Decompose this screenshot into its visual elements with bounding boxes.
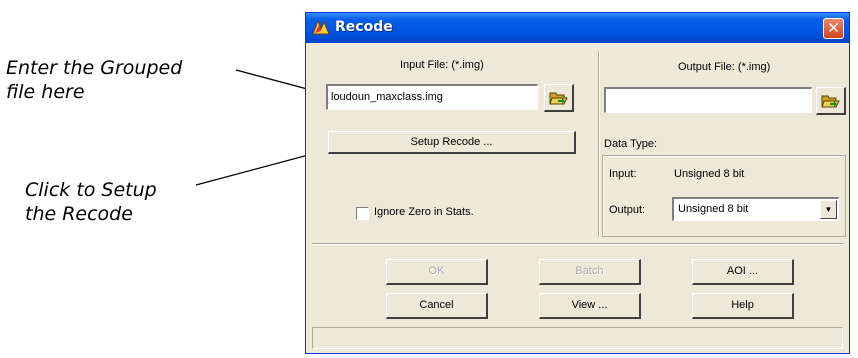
view-button[interactable]: View ... xyxy=(539,293,641,319)
close-button[interactable]: ✕ xyxy=(823,18,844,39)
recode-dialog: Recode ✕ Input File: (*.img) loudoun_max… xyxy=(305,12,850,354)
output-type-select[interactable]: Unsigned 8 bit ▼ xyxy=(672,197,839,221)
cancel-label: Cancel xyxy=(419,299,454,311)
input-file-field[interactable]: loudoun_maxclass.img xyxy=(326,84,538,110)
callout-setup-recode: Click to Setup the Recode xyxy=(25,178,157,226)
batch-button[interactable]: Batch xyxy=(539,259,641,285)
callout-text: Click to Setup xyxy=(25,179,157,201)
status-bar xyxy=(312,327,843,349)
ok-button[interactable]: OK xyxy=(386,259,488,285)
title-bar[interactable]: Recode ✕ xyxy=(306,13,849,43)
folder-open-icon xyxy=(821,95,840,108)
output-file-field[interactable] xyxy=(604,87,812,113)
input-file-label: Input File: (*.img) xyxy=(400,59,484,71)
chevron-down-icon[interactable]: ▼ xyxy=(820,200,837,219)
window-title: Recode xyxy=(335,19,393,35)
close-icon: ✕ xyxy=(827,19,840,37)
help-button[interactable]: Help xyxy=(692,293,794,319)
help-label: Help xyxy=(731,299,754,311)
data-type-input-label: Input: xyxy=(609,168,637,180)
folder-open-icon xyxy=(549,92,568,105)
cancel-button[interactable]: Cancel xyxy=(386,293,488,319)
output-type-value: Unsigned 8 bit xyxy=(678,203,749,215)
callout-text: the Recode xyxy=(25,203,133,225)
callout-text: file here xyxy=(6,81,85,103)
view-label: View ... xyxy=(571,299,608,311)
setup-recode-label: Setup Recode ... xyxy=(410,136,493,148)
app-icon xyxy=(312,19,330,35)
data-type-output-label: Output: xyxy=(609,204,646,216)
aoi-label: AOI ... xyxy=(726,265,759,277)
callout-text: Enter the Grouped xyxy=(6,57,183,79)
output-browse-button[interactable] xyxy=(816,87,846,115)
output-file-label: Output File: (*.img) xyxy=(678,61,771,73)
aoi-button[interactable]: AOI ... xyxy=(692,259,794,285)
ignore-zero-checkbox[interactable] xyxy=(356,207,369,220)
data-type-label: Data Type: xyxy=(604,138,657,150)
ignore-zero-label: Ignore Zero in Stats. xyxy=(374,206,474,218)
batch-label: Batch xyxy=(575,265,604,277)
setup-recode-button[interactable]: Setup Recode ... xyxy=(328,131,576,154)
column-divider xyxy=(598,51,600,237)
data-type-input-value: Unsigned 8 bit xyxy=(674,168,745,180)
button-area-divider xyxy=(312,243,844,245)
input-browse-button[interactable] xyxy=(544,84,574,112)
ok-label: OK xyxy=(428,265,445,277)
callout-grouped-file: Enter the Grouped file here xyxy=(6,56,182,104)
